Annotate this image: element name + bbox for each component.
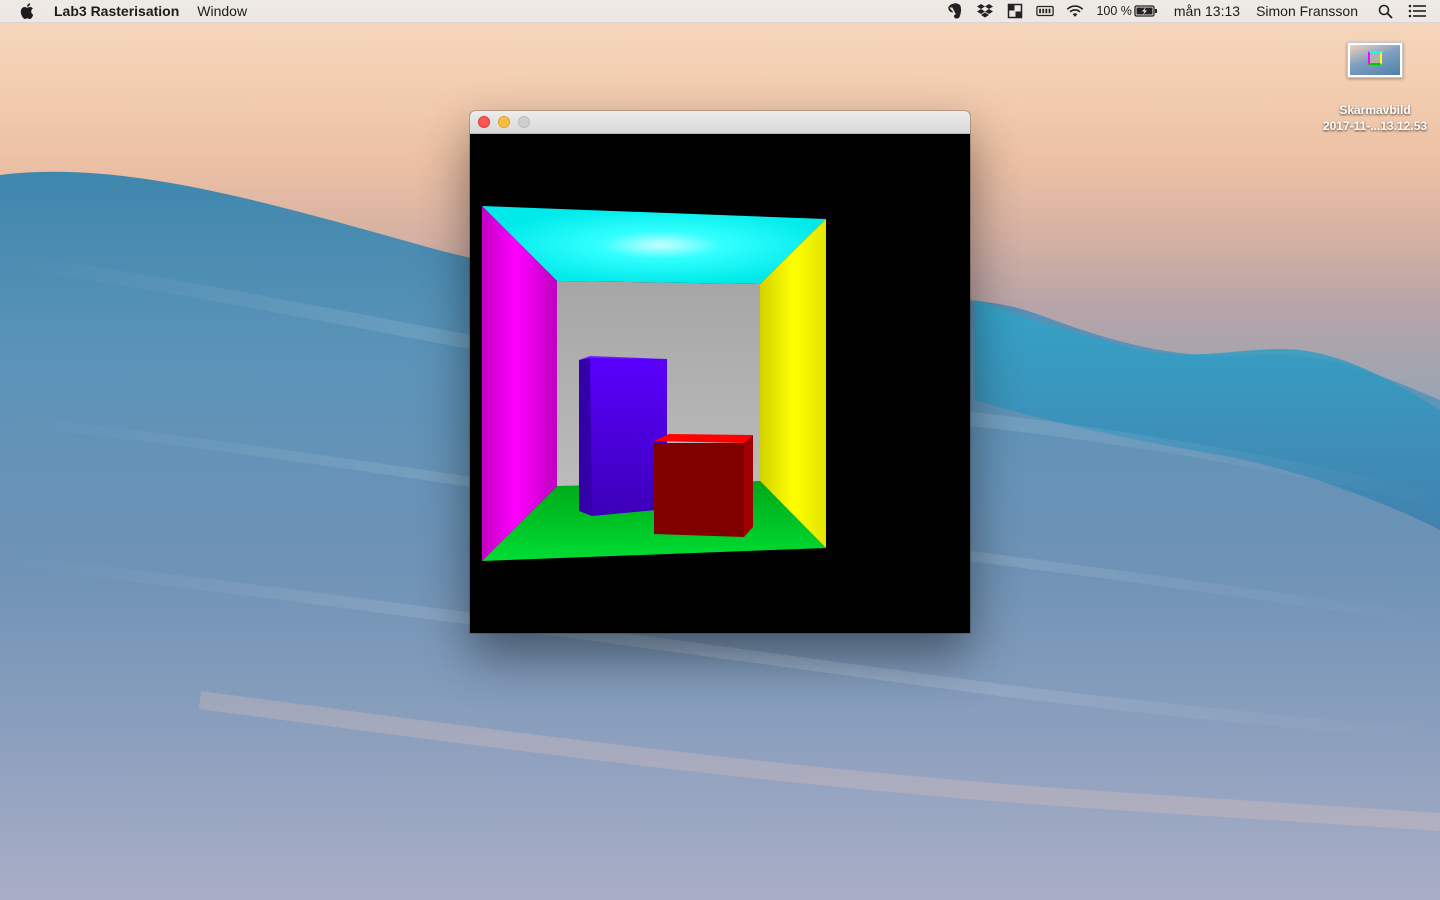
file-name-label: Skärmavbild: [1339, 103, 1411, 117]
window-titlebar[interactable]: [470, 111, 970, 134]
close-button[interactable]: [478, 116, 490, 128]
short-box-front: [654, 443, 744, 537]
memory-icon[interactable]: [1036, 3, 1055, 19]
cornell-box-render: [482, 206, 826, 561]
minimize-button[interactable]: [498, 116, 510, 128]
file-date-label: 2017-11-...13.12.53: [1322, 119, 1428, 133]
zoom-button: [518, 116, 530, 128]
notification-center-icon[interactable]: [1408, 3, 1426, 19]
battery-charging-icon[interactable]: [1134, 3, 1158, 19]
tall-box-side: [579, 357, 592, 516]
desktop-screenshot-file[interactable]: Skärmavbild 2017-11-...13.12.53: [1310, 42, 1440, 134]
evernote-icon[interactable]: [946, 3, 964, 19]
render-canvas[interactable]: [470, 134, 970, 633]
clock[interactable]: mån 13:13: [1174, 0, 1240, 22]
dropbox-icon[interactable]: [976, 3, 994, 19]
spotlight-search-icon[interactable]: [1376, 3, 1394, 19]
window-menu[interactable]: Window: [188, 0, 256, 22]
apple-menu-icon[interactable]: [20, 3, 36, 19]
wifi-icon[interactable]: [1066, 3, 1084, 19]
user-menu[interactable]: Simon Fransson: [1256, 0, 1358, 22]
short-box-right: [744, 435, 753, 537]
file-thumbnail[interactable]: [1347, 42, 1403, 78]
window-manager-icon[interactable]: [1006, 3, 1024, 19]
battery-percent[interactable]: 100 %: [1096, 0, 1131, 22]
app-menu[interactable]: Lab3 Rasterisation: [54, 0, 188, 22]
app-window: [470, 111, 970, 633]
menu-bar: Lab3 Rasterisation Window 100 % mån 13:1…: [0, 0, 1440, 23]
